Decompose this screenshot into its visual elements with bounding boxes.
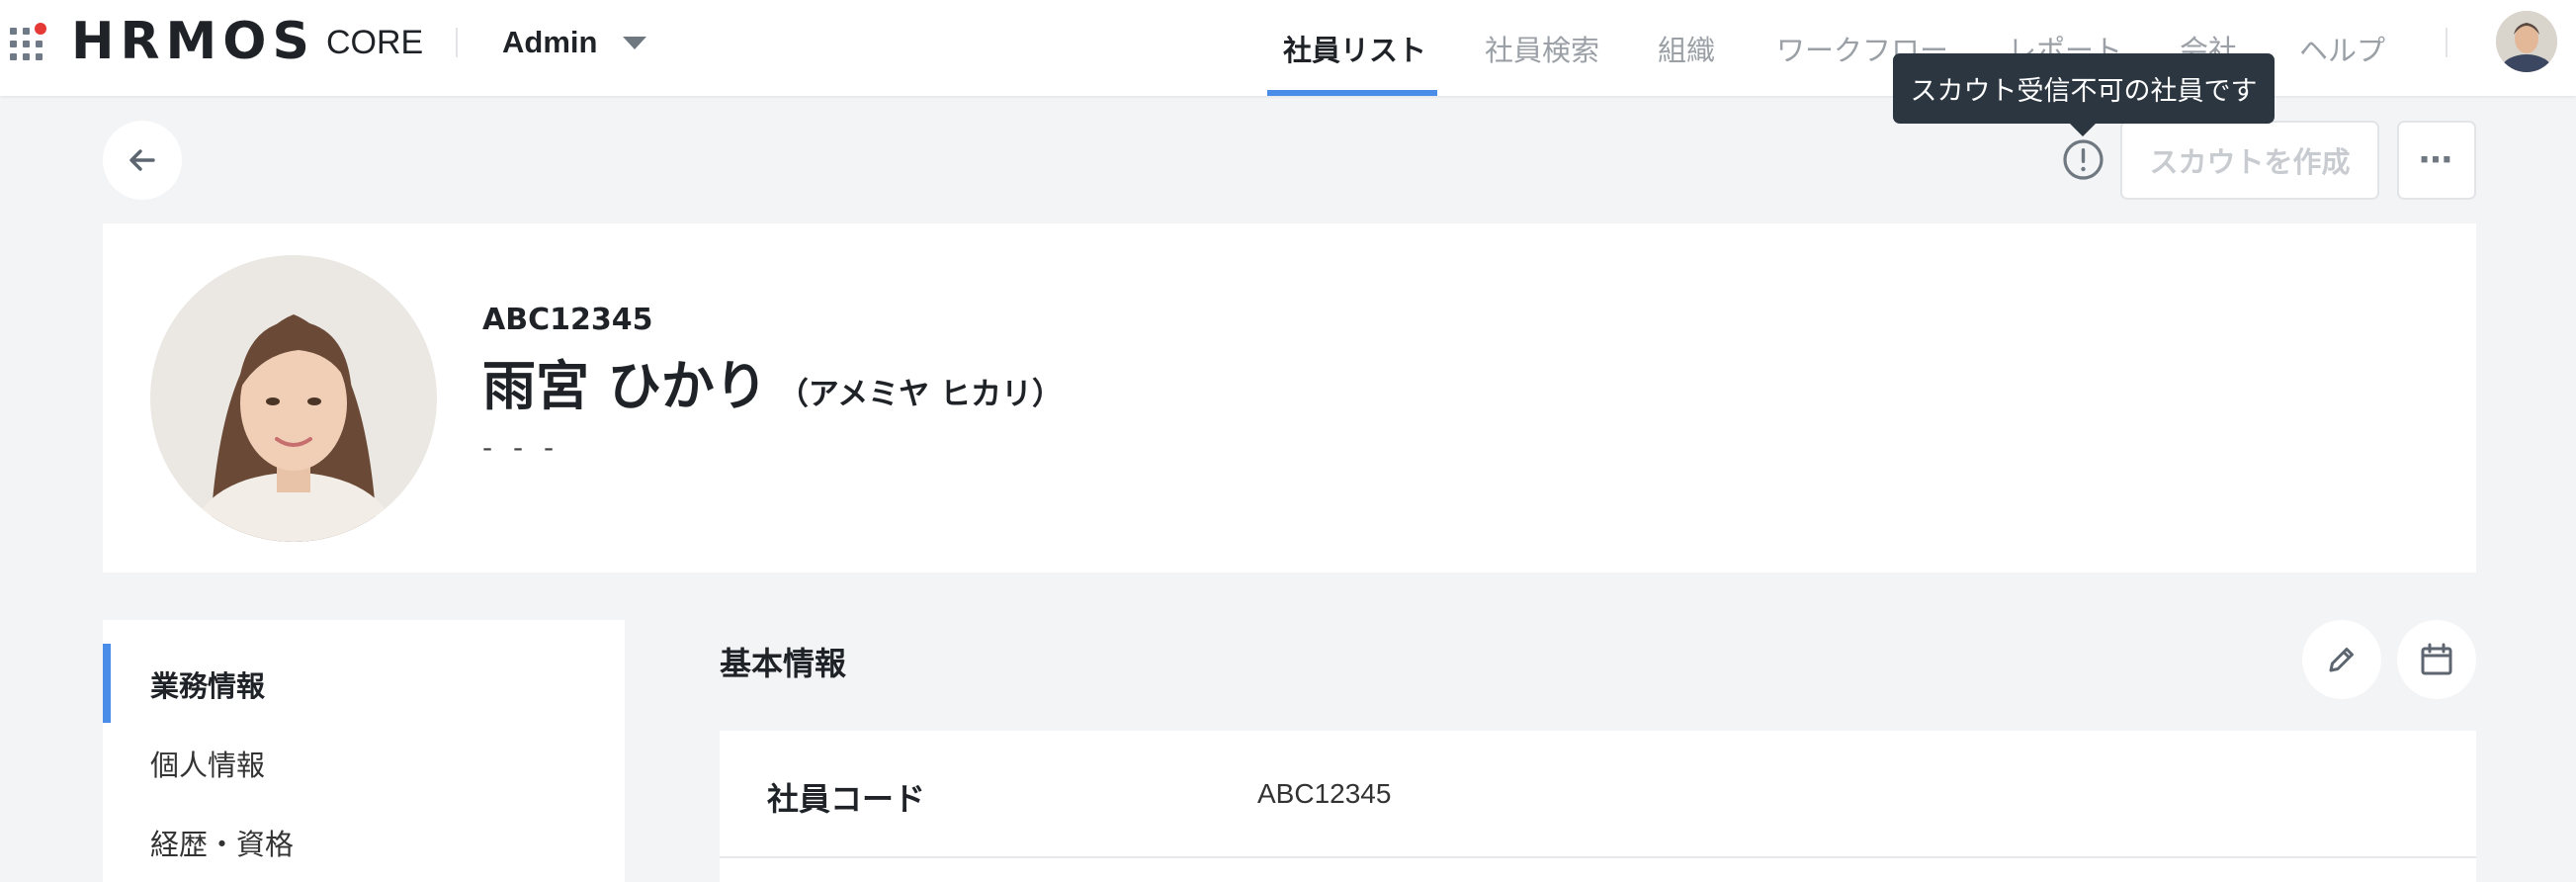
divider xyxy=(2446,28,2447,57)
active-tab-indicator xyxy=(1267,90,1437,96)
hrmos-logo[interactable]: HRMOS xyxy=(71,12,315,71)
employee-subtitle: - - - xyxy=(482,431,560,464)
sidebar-item-career[interactable]: 経歴・資格 xyxy=(150,822,294,863)
product-name: CORE xyxy=(326,24,424,61)
pencil-icon xyxy=(2329,648,2354,672)
calendar-icon xyxy=(2421,643,2452,675)
info-label: 社員コード xyxy=(767,780,926,818)
nav-help[interactable]: ヘルプ xyxy=(2299,0,2385,96)
nav-employee-search[interactable]: 社員検索 xyxy=(1485,0,1599,96)
workspace-switcher[interactable]: Admin xyxy=(502,25,647,60)
more-options-button[interactable]: ⋯ xyxy=(2397,121,2476,200)
workspace-label: Admin xyxy=(502,25,598,59)
sidebar-item-personal-info[interactable]: 個人情報 xyxy=(150,743,265,784)
sidebar-item-business-info[interactable]: 業務情報 xyxy=(150,663,265,705)
active-item-indicator xyxy=(103,644,111,723)
nav-employee-list[interactable]: 社員リスト xyxy=(1283,0,1426,96)
info-row: 社員コード ABC12345 xyxy=(720,731,2476,858)
nav-organization[interactable]: 組織 xyxy=(1658,0,1715,96)
divider xyxy=(456,28,458,57)
employee-id: ABC12345 xyxy=(482,303,653,337)
chevron-down-icon xyxy=(623,36,647,49)
create-scout-button[interactable]: スカウトを作成 xyxy=(2120,121,2379,200)
app-grid-icon[interactable] xyxy=(8,22,47,61)
warning-icon[interactable] xyxy=(2062,138,2104,181)
employee-name: 雨宮 ひかり xyxy=(482,355,768,417)
section-title: 基本情報 xyxy=(720,645,847,682)
employee-kana: （アメミヤ ヒカリ） xyxy=(777,377,1064,412)
info-value: ABC12345 xyxy=(1257,778,1392,809)
edit-button[interactable] xyxy=(2302,620,2381,699)
section-sidebar: 業務情報 個人情報 経歴・資格 xyxy=(103,620,625,882)
profile-card: ABC12345 雨宮 ひかり （アメミヤ ヒカリ） - - - xyxy=(103,223,2476,573)
scout-disabled-tooltip: スカウト受信不可の社員です xyxy=(1893,53,2275,136)
employee-photo xyxy=(150,255,437,542)
history-button[interactable] xyxy=(2397,620,2476,699)
back-button[interactable] xyxy=(103,121,182,200)
employee-name-block: 雨宮 ひかり （アメミヤ ヒカリ） xyxy=(482,342,1063,420)
user-avatar[interactable] xyxy=(2496,11,2557,72)
basic-info-card: 社員コード ABC12345 xyxy=(720,731,2476,882)
arrow-left-icon xyxy=(129,149,155,171)
